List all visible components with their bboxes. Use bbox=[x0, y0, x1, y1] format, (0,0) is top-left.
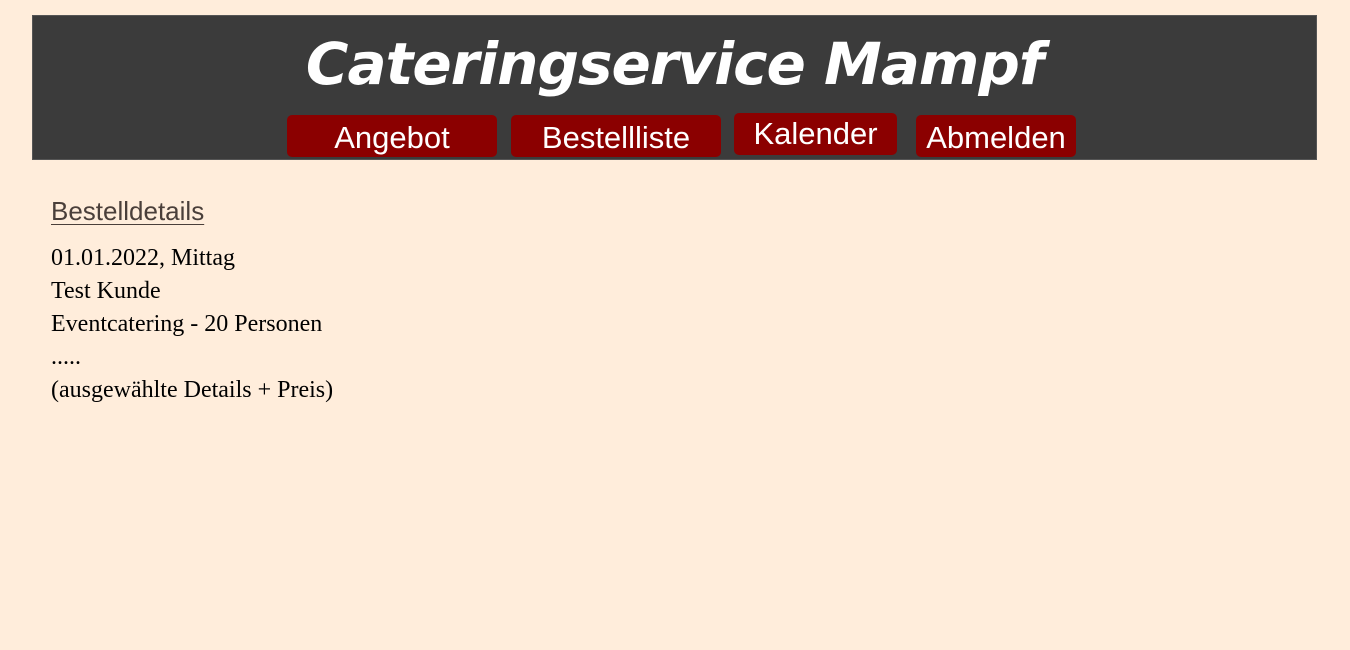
order-ellipsis: ..... bbox=[51, 344, 81, 370]
nav-button-abmelden[interactable]: Abmelden bbox=[916, 115, 1076, 157]
site-title: Cateringservice Mampf bbox=[305, 30, 1044, 98]
order-details-heading: Bestelldetails bbox=[51, 196, 205, 226]
order-customer: Test Kunde bbox=[51, 278, 161, 304]
order-date: 01.01.2022, Mittag bbox=[51, 245, 235, 271]
order-service: Eventcatering - 20 Personen bbox=[51, 311, 323, 337]
site-header: Cateringservice Mampf Angebot Bestelllis… bbox=[32, 15, 1317, 160]
nav-button-kalender[interactable]: Kalender bbox=[734, 113, 897, 155]
order-details-note: (ausgewählte Details + Preis) bbox=[51, 377, 334, 403]
order-details: 01.01.2022, Mittag Test Kunde Eventcater… bbox=[51, 242, 333, 407]
nav-button-angebot[interactable]: Angebot bbox=[287, 115, 497, 157]
nav-button-bestellliste[interactable]: Bestellliste bbox=[511, 115, 721, 157]
